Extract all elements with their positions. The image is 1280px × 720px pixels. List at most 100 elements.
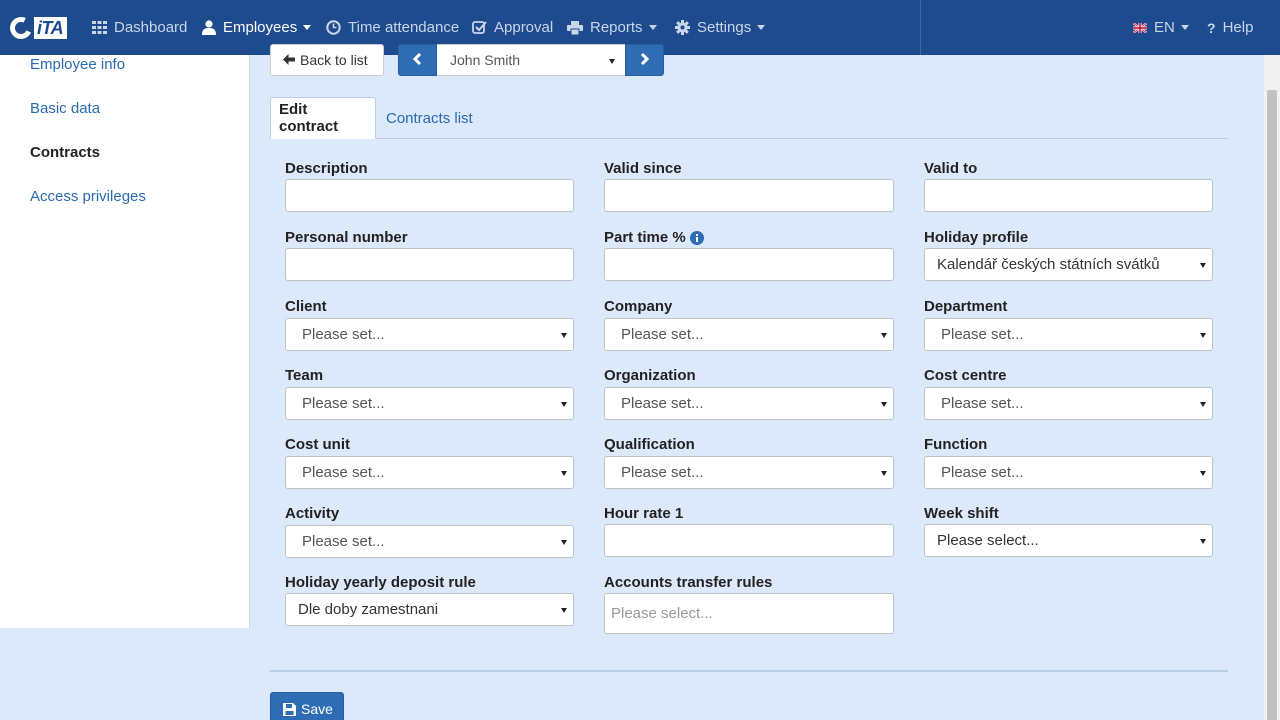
info-icon[interactable] bbox=[689, 230, 704, 245]
week-shift-select[interactable]: Please select... bbox=[924, 524, 1213, 557]
grid-icon bbox=[92, 21, 107, 34]
function-select[interactable]: Please set... bbox=[924, 456, 1213, 489]
holiday-deposit-select[interactable]: Dle doby zamestnani bbox=[285, 593, 574, 626]
activity-value: Please set... bbox=[302, 533, 385, 550]
nav-reports-label: Reports bbox=[590, 19, 643, 36]
brand-logo[interactable]: iTA bbox=[6, 13, 68, 43]
activity-select[interactable]: Please set... bbox=[285, 525, 574, 558]
department-value: Please set... bbox=[941, 326, 1024, 343]
gear-icon bbox=[675, 20, 690, 35]
function-value: Please set... bbox=[941, 464, 1024, 481]
team-select[interactable]: Please set... bbox=[285, 387, 574, 420]
employee-select[interactable]: John Smith bbox=[437, 44, 625, 76]
chevron-right-icon bbox=[640, 52, 650, 68]
dropdown-arrow-icon bbox=[561, 333, 567, 338]
nav-approval-label: Approval bbox=[494, 19, 554, 36]
chevron-left-icon bbox=[412, 52, 422, 68]
organization-select[interactable]: Please set... bbox=[604, 387, 894, 420]
dropdown-arrow-icon bbox=[609, 59, 615, 64]
accounts-transfer-label: Accounts transfer rules bbox=[604, 574, 773, 591]
client-label: Client bbox=[285, 298, 327, 315]
hour-rate-label: Hour rate 1 bbox=[604, 505, 684, 522]
dropdown-arrow-icon bbox=[1200, 471, 1206, 476]
organization-label: Organization bbox=[604, 367, 696, 384]
dropdown-arrow-icon bbox=[881, 333, 887, 338]
sidebar-item-employee-info[interactable]: Employee info bbox=[30, 56, 125, 73]
dropdown-arrow-icon bbox=[561, 608, 567, 613]
dropdown-arrow-icon bbox=[1200, 539, 1206, 544]
scrollbar-thumb[interactable] bbox=[1267, 90, 1277, 720]
qualification-select[interactable]: Please set... bbox=[604, 456, 894, 489]
accounts-transfer-placeholder: Please select... bbox=[611, 605, 713, 622]
holiday-profile-label: Holiday profile bbox=[924, 229, 1029, 246]
dropdown-arrow-icon bbox=[561, 402, 567, 407]
part-time-label-text: Part time % bbox=[604, 229, 686, 246]
clock-icon bbox=[326, 20, 341, 35]
tab-edit-contract[interactable]: Edit contract bbox=[270, 97, 376, 139]
user-icon bbox=[202, 20, 216, 35]
qualification-label: Qualification bbox=[604, 436, 695, 453]
valid-to-input[interactable] bbox=[924, 179, 1213, 212]
department-select[interactable]: Please set... bbox=[924, 318, 1213, 351]
cost-unit-select[interactable]: Please set... bbox=[285, 456, 574, 489]
accounts-transfer-multiselect[interactable]: Please select... bbox=[604, 593, 894, 634]
week-shift-value: Please select... bbox=[937, 532, 1039, 549]
dropdown-arrow-icon bbox=[881, 402, 887, 407]
dropdown-arrow-icon bbox=[561, 540, 567, 545]
language-label: EN bbox=[1154, 19, 1175, 36]
part-time-label: Part time % bbox=[604, 229, 704, 246]
valid-to-label: Valid to bbox=[924, 160, 978, 177]
dropdown-arrow-icon bbox=[561, 471, 567, 476]
back-to-list-button[interactable]: Back to list bbox=[270, 44, 384, 76]
team-label: Team bbox=[285, 367, 324, 384]
previous-employee-button[interactable] bbox=[398, 44, 437, 76]
valid-since-input[interactable] bbox=[604, 179, 894, 212]
save-button-label: Save bbox=[301, 701, 333, 717]
navbar-divider bbox=[920, 0, 921, 55]
page-scrollbar[interactable] bbox=[1264, 55, 1280, 720]
nav-employees-label: Employees bbox=[223, 19, 298, 36]
hour-rate-input[interactable] bbox=[604, 524, 894, 557]
dropdown-arrow-icon bbox=[1200, 263, 1206, 268]
language-selector[interactable]: EN bbox=[1133, 0, 1189, 55]
save-button[interactable]: Save bbox=[270, 692, 344, 720]
check-icon bbox=[472, 20, 487, 35]
nav-dashboard[interactable]: Dashboard bbox=[92, 0, 187, 55]
sidebar-item-contracts[interactable]: Contracts bbox=[30, 144, 100, 161]
activity-label: Activity bbox=[285, 505, 340, 522]
help-label: Help bbox=[1222, 19, 1254, 36]
description-label: Description bbox=[285, 160, 368, 177]
cost-centre-select[interactable]: Please set... bbox=[924, 387, 1213, 420]
qualification-value: Please set... bbox=[621, 464, 704, 481]
back-to-list-label: Back to list bbox=[300, 52, 368, 68]
cost-unit-value: Please set... bbox=[302, 464, 385, 481]
part-time-input[interactable] bbox=[604, 248, 894, 281]
company-select[interactable]: Please set... bbox=[604, 318, 894, 351]
holiday-deposit-label: Holiday yearly deposit rule bbox=[285, 574, 476, 591]
team-value: Please set... bbox=[302, 395, 385, 412]
holiday-profile-select[interactable]: Kalendář českých státních svátků bbox=[924, 248, 1213, 281]
function-label: Function bbox=[924, 436, 988, 453]
next-employee-button[interactable] bbox=[625, 44, 664, 76]
dropdown-arrow-icon bbox=[1200, 333, 1206, 338]
personal-number-input[interactable] bbox=[285, 248, 574, 281]
nav-settings[interactable]: Settings bbox=[675, 0, 766, 55]
cost-unit-label: Cost unit bbox=[285, 436, 350, 453]
description-input[interactable] bbox=[285, 179, 574, 212]
nav-time-attendance-label: Time attendance bbox=[348, 19, 460, 36]
help-link[interactable]: ? Help bbox=[1207, 0, 1253, 55]
client-select[interactable]: Please set... bbox=[285, 318, 574, 351]
floppy-disk-icon bbox=[283, 702, 296, 716]
cost-centre-label: Cost centre bbox=[924, 367, 1007, 384]
dropdown-arrow-icon bbox=[881, 471, 887, 476]
tab-contracts-list[interactable]: Contracts list bbox=[378, 97, 481, 139]
chevron-down-icon bbox=[303, 25, 312, 30]
chevron-down-icon bbox=[1180, 25, 1189, 30]
nav-dashboard-label: Dashboard bbox=[114, 19, 188, 36]
employee-select-value: John Smith bbox=[450, 52, 521, 68]
dropdown-arrow-icon bbox=[1200, 402, 1206, 407]
holiday-deposit-value: Dle doby zamestnani bbox=[298, 601, 439, 618]
sidebar-item-access-privileges[interactable]: Access privileges bbox=[30, 188, 146, 205]
sidebar: Employee info Basic data Contracts Acces… bbox=[0, 55, 250, 628]
sidebar-item-basic-data[interactable]: Basic data bbox=[30, 100, 100, 117]
